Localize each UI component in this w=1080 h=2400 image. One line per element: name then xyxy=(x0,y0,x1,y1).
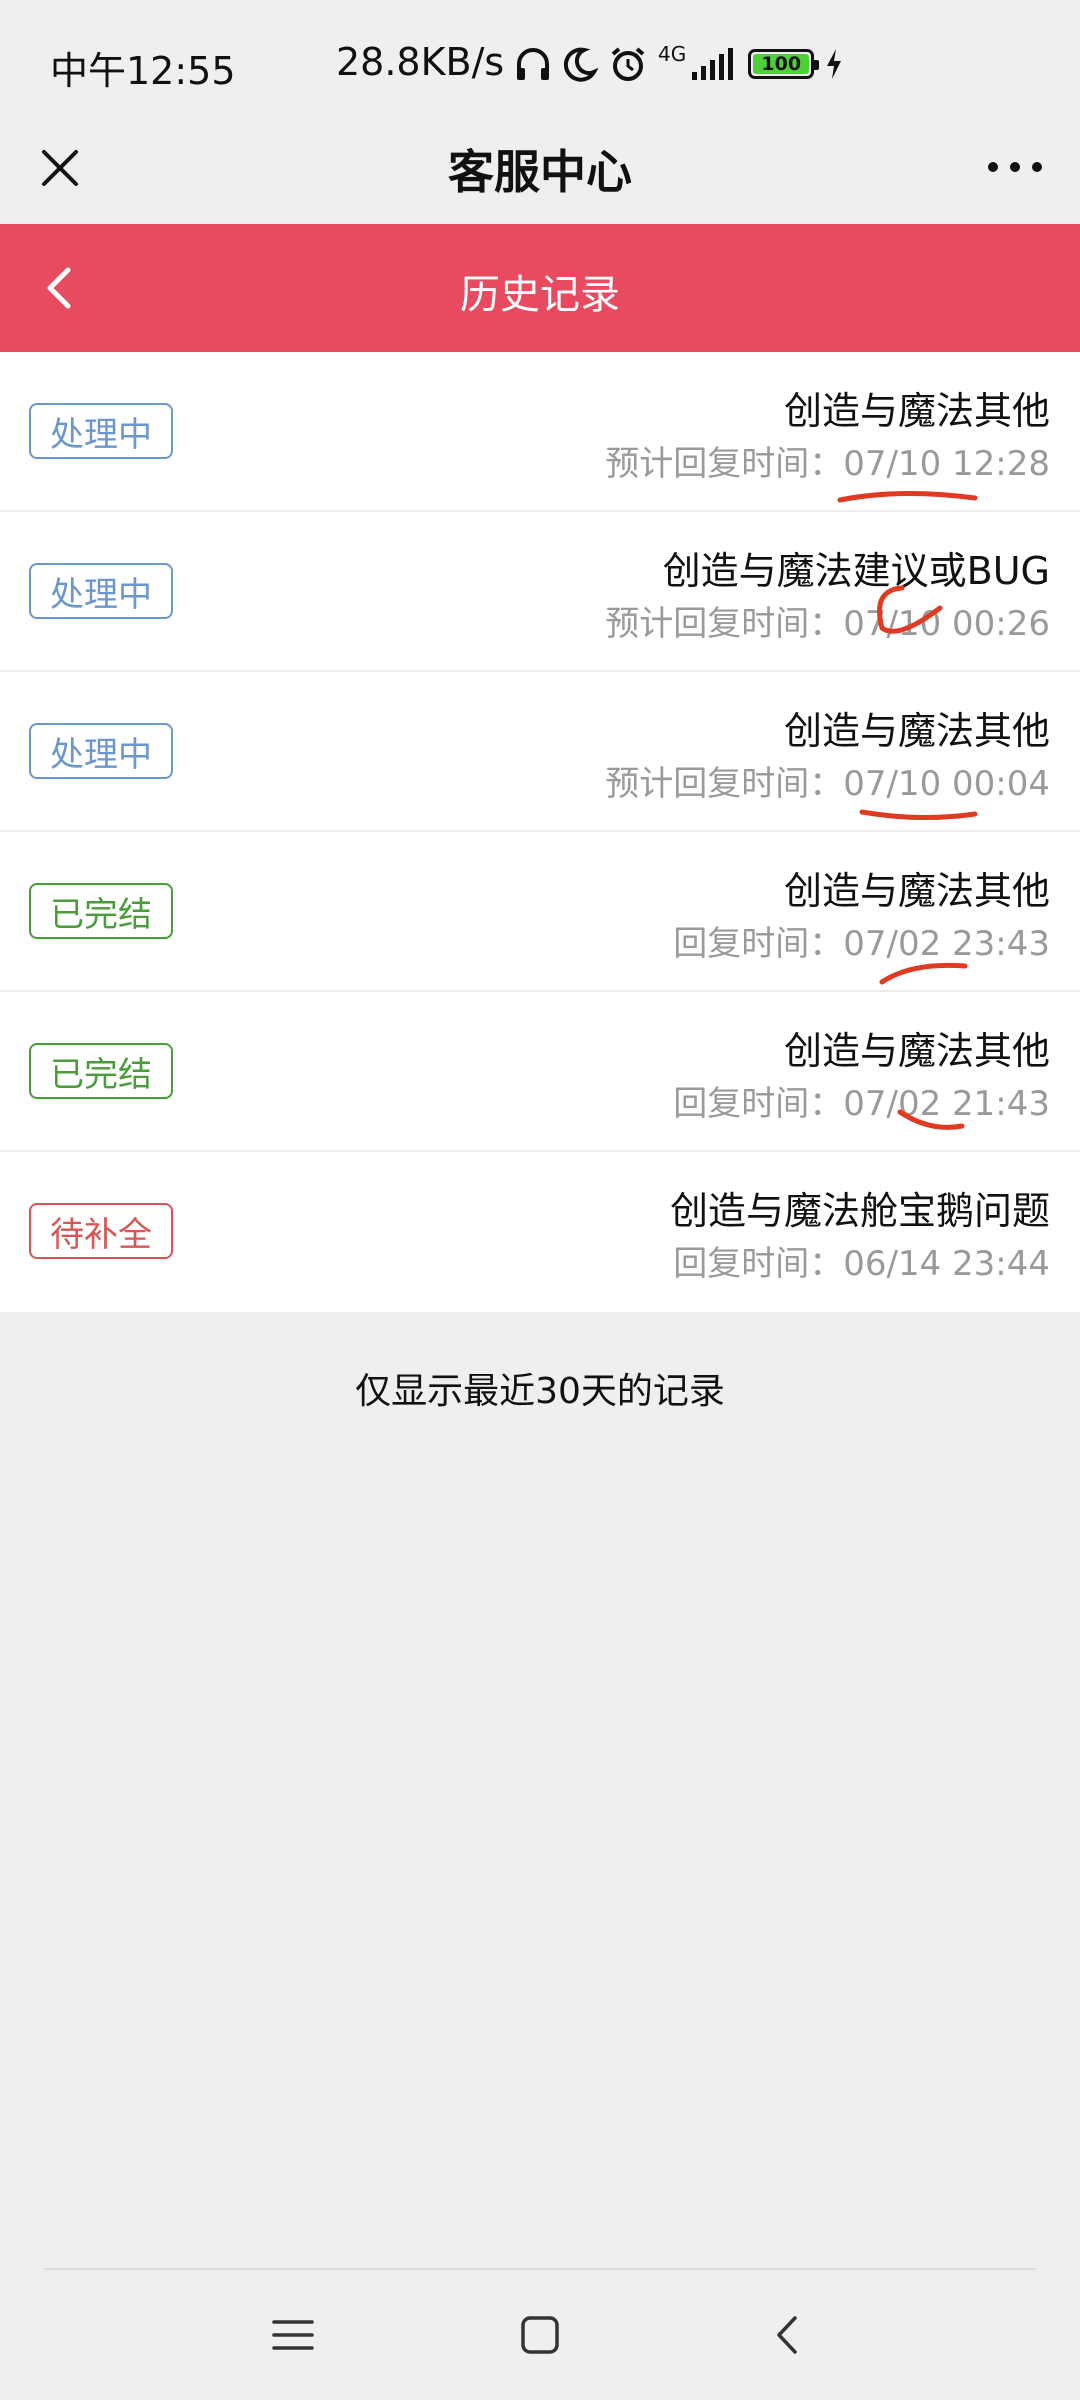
status-time: 中午12:55 xyxy=(50,49,236,93)
home-icon[interactable] xyxy=(515,2310,565,2360)
system-back-icon[interactable] xyxy=(763,2310,813,2360)
menu-icon[interactable] xyxy=(268,2310,318,2360)
page-title: 客服中心 xyxy=(448,145,632,199)
ticket-list: 处理中 创造与魔法其他 预计回复时间：07/10 12:28 处理中 创造与魔法… xyxy=(0,352,1080,1312)
ticket-row[interactable]: 已完结 创造与魔法其他 回复时间：07/02 21:43 xyxy=(0,992,1080,1152)
ticket-title: 创造与魔法其他 xyxy=(783,389,1050,433)
status-bar: 中午12:55 28.8KB/s 4G 100 xyxy=(0,0,1080,112)
ticket-reply-time: 回复时间：07/02 23:43 xyxy=(673,924,1050,964)
status-badge: 处理中 xyxy=(29,563,173,619)
history-header: 历史记录 xyxy=(0,224,1080,352)
battery-icon: 100 xyxy=(748,49,820,79)
headphones-icon xyxy=(517,48,549,80)
battery-level: 100 xyxy=(753,53,810,75)
status-icons: 4G 100 xyxy=(514,40,844,88)
status-badge: 已完结 xyxy=(29,1043,173,1099)
status-badge: 处理中 xyxy=(29,723,173,779)
ticket-reply-time: 回复时间：06/14 23:44 xyxy=(673,1244,1050,1284)
ticket-title: 创造与魔法其他 xyxy=(783,709,1050,753)
footer-note: 仅显示最近30天的记录 xyxy=(355,1371,725,1412)
status-badge: 处理中 xyxy=(29,403,173,459)
system-nav-bar xyxy=(0,2270,1080,2400)
ticket-title: 创造与魔法其他 xyxy=(783,1029,1050,1073)
history-title: 历史记录 xyxy=(460,272,620,318)
ticket-row[interactable]: 处理中 创造与魔法建议或BUG 预计回复时间：07/10 00:26 xyxy=(0,512,1080,672)
network-type: 4G xyxy=(658,42,687,66)
moon-icon xyxy=(563,47,598,82)
ticket-title: 创造与魔法其他 xyxy=(783,869,1050,913)
ticket-row[interactable]: 处理中 创造与魔法其他 预计回复时间：07/10 00:04 xyxy=(0,672,1080,832)
ticket-title: 创造与魔法建议或BUG xyxy=(662,549,1050,593)
status-badge: 待补全 xyxy=(29,1203,173,1259)
status-badge: 已完结 xyxy=(29,883,173,939)
ticket-reply-time: 预计回复时间：07/10 12:28 xyxy=(605,444,1050,484)
signal-icon xyxy=(692,48,734,80)
ticket-title: 创造与魔法舱宝鹅问题 xyxy=(669,1189,1050,1233)
more-icon[interactable] xyxy=(980,142,1050,192)
ticket-reply-time: 预计回复时间：07/10 00:26 xyxy=(605,604,1050,644)
status-network-speed: 28.8KB/s xyxy=(336,40,505,84)
ticket-row[interactable]: 待补全 创造与魔法舱宝鹅问题 回复时间：06/14 23:44 xyxy=(0,1152,1080,1312)
ticket-row[interactable]: 已完结 创造与魔法其他 回复时间：07/02 23:43 xyxy=(0,832,1080,992)
nav-bar: 客服中心 xyxy=(0,112,1080,224)
ticket-reply-time: 回复时间：07/02 21:43 xyxy=(673,1084,1050,1124)
charging-icon xyxy=(827,49,842,79)
alarm-icon xyxy=(611,47,645,81)
ticket-reply-time: 预计回复时间：07/10 00:04 xyxy=(605,764,1050,804)
ticket-row[interactable]: 处理中 创造与魔法其他 预计回复时间：07/10 12:28 xyxy=(0,352,1080,512)
